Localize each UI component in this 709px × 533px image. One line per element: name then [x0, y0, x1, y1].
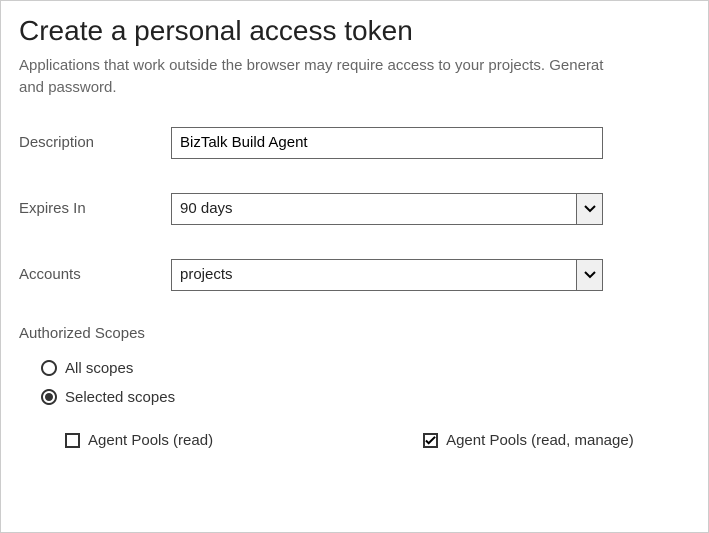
subtitle-line1: Applications that work outside the brows… [19, 57, 603, 74]
radio-all-scopes[interactable]: All scopes [41, 360, 690, 377]
subtitle-line2: and password. [19, 77, 690, 99]
checkbox-agent-pools-manage[interactable]: Agent Pools (read, manage) [423, 432, 634, 449]
checkbox-icon [65, 433, 80, 448]
accounts-value: projects [172, 266, 576, 283]
scopes-radio-group: All scopes Selected scopes [19, 360, 690, 406]
radio-label-all: All scopes [65, 360, 133, 377]
scopes-heading: Authorized Scopes [19, 325, 690, 342]
radio-icon [41, 360, 57, 376]
accounts-select[interactable]: projects [171, 259, 603, 291]
expires-label: Expires In [19, 200, 171, 217]
chevron-down-icon [576, 194, 602, 224]
page-title: Create a personal access token [19, 15, 690, 47]
expires-select[interactable]: 90 days [171, 193, 603, 225]
checkbox-icon [423, 433, 438, 448]
checkbox-agent-pools-read[interactable]: Agent Pools (read) [65, 432, 213, 449]
checkbox-label-manage: Agent Pools (read, manage) [446, 432, 634, 449]
radio-selected-scopes[interactable]: Selected scopes [41, 389, 690, 406]
description-label: Description [19, 134, 171, 151]
checkbox-label-read: Agent Pools (read) [88, 432, 213, 449]
expires-value: 90 days [172, 200, 576, 217]
description-input[interactable] [171, 127, 603, 159]
radio-label-selected: Selected scopes [65, 389, 175, 406]
page-subtitle: Applications that work outside the brows… [19, 55, 690, 99]
chevron-down-icon [576, 260, 602, 290]
radio-icon [41, 389, 57, 405]
accounts-label: Accounts [19, 266, 171, 283]
